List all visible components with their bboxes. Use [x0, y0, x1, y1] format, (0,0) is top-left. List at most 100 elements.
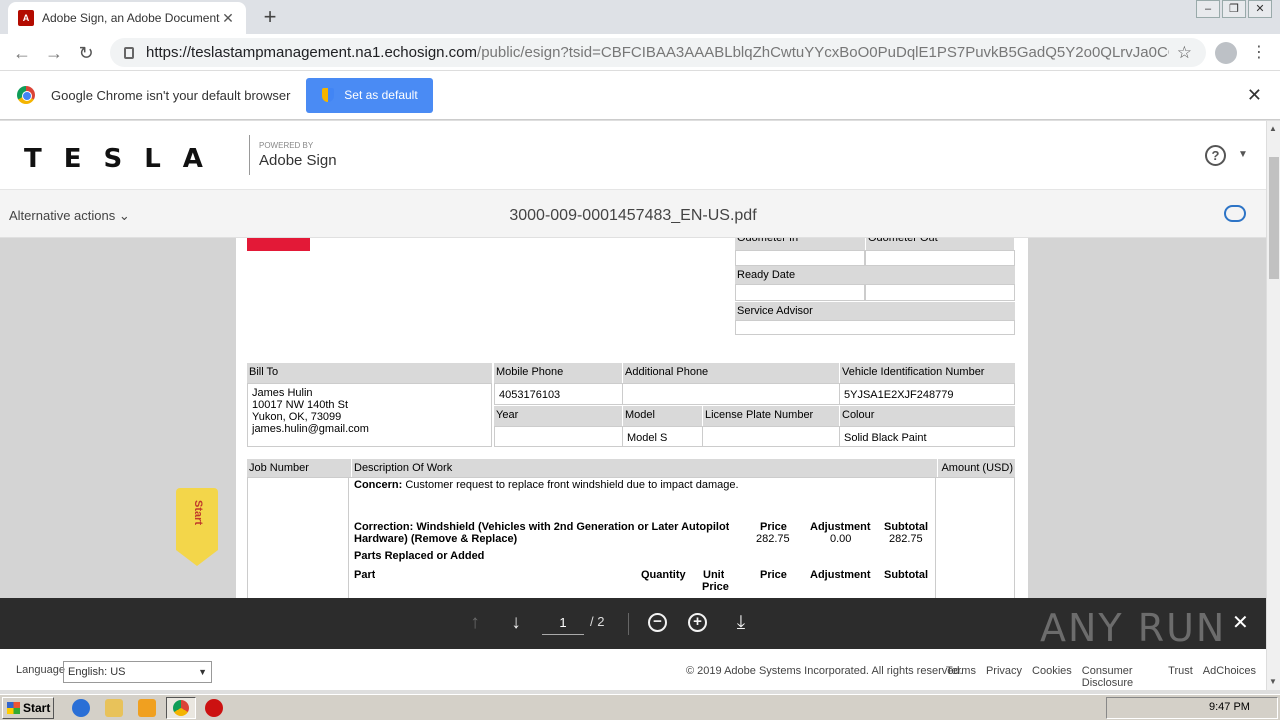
ie-icon[interactable]	[72, 699, 90, 717]
footer-link-privacy[interactable]: Privacy	[986, 665, 1022, 689]
service-advisor-label: Service Advisor	[735, 302, 1015, 320]
start-label: Start	[192, 500, 204, 526]
year-label: Year	[494, 406, 622, 426]
next-page-arrow-icon[interactable]: ↓	[504, 611, 528, 635]
concern-text: Customer request to replace front windsh…	[405, 479, 739, 491]
subtotal-column-header: Subtotal	[884, 569, 928, 581]
close-toolbar-icon[interactable]: ✕	[1232, 610, 1249, 635]
model-label: Model	[623, 406, 702, 426]
comment-icon[interactable]	[1224, 205, 1246, 222]
url-text[interactable]: https://teslastampmanagement.na1.echosig…	[146, 44, 1169, 61]
red-alert-icon[interactable]	[205, 699, 223, 717]
tesla-logo: TESLA	[24, 144, 225, 174]
forward-button[interactable]: →	[42, 41, 66, 65]
address-bar[interactable]: https://teslastampmanagement.na1.echosig…	[110, 38, 1206, 67]
set-default-button[interactable]: Set as default	[306, 77, 434, 113]
quantity-column-header: Quantity	[641, 569, 686, 581]
part-column-header: Part	[354, 569, 376, 581]
document-title: 3000-009-0001457483_EN-US.pdf	[509, 207, 757, 224]
concern-label: Concern:	[354, 479, 403, 491]
bill-address-line2: Yukon, OK, 73099	[252, 411, 342, 423]
scroll-up-arrow-icon[interactable]: ▲	[1269, 124, 1277, 133]
start-button[interactable]: Start	[2, 697, 54, 719]
bill-email: james.hulin@gmail.com	[252, 423, 369, 435]
adjustment-label: Adjustment	[810, 521, 871, 533]
bill-to-address: James Hulin 10017 NW 140th St Yukon, OK,…	[247, 383, 492, 447]
mobile-phone-label: Mobile Phone	[494, 363, 622, 383]
correction-line2: Hardware) (Remove & Replace)	[354, 533, 518, 545]
service-advisor-value	[735, 320, 1015, 335]
start-signing-tab[interactable]: Start	[176, 488, 218, 566]
profile-avatar-icon[interactable]	[1215, 42, 1237, 64]
bill-address-line1: 10017 NW 140th St	[252, 399, 349, 411]
document-action-bar: Alternative actions ⌄ 3000-009-000145748…	[0, 189, 1266, 238]
correction-line1: Correction: Windshield (Vehicles with 2n…	[354, 521, 730, 533]
pdf-toolbar: ↑ ↓ 1 / 2 − + ⤓ ANY RUN ✕	[0, 598, 1266, 650]
scrollbar-thumb[interactable]	[1269, 157, 1279, 279]
footer-link-terms[interactable]: Terms	[946, 665, 976, 689]
chrome-logo-icon	[17, 86, 35, 104]
vertical-scrollbar[interactable]: ▲ ▼	[1266, 121, 1280, 690]
folder-icon[interactable]	[105, 699, 123, 717]
sign-header: TESLA POWERED BY Adobe Sign ? ▼	[0, 121, 1266, 189]
zoom-in-icon[interactable]: +	[688, 613, 707, 632]
language-select[interactable]: English: US ▼	[63, 661, 212, 683]
download-icon[interactable]: ⤓	[729, 611, 753, 635]
odometer-in-value	[735, 250, 865, 266]
infobar-text: Google Chrome isn't your default browser	[51, 87, 291, 103]
chrome-taskbar-icon	[173, 700, 189, 716]
system-tray	[1106, 697, 1278, 719]
reload-button[interactable]: ↻	[74, 41, 98, 65]
minimize-button[interactable]: –	[1196, 0, 1220, 18]
license-plate-value	[702, 426, 840, 447]
scroll-down-arrow-icon[interactable]: ▼	[1269, 677, 1277, 686]
menu-kebab-icon[interactable]: ⋮	[1251, 42, 1267, 62]
adobe-favicon-icon: A	[18, 10, 34, 26]
copyright-text: © 2019 Adobe Systems Incorporated. All r…	[686, 665, 963, 677]
powered-by-adobe-sign: POWERED BY Adobe Sign	[249, 135, 337, 175]
media-player-icon[interactable]	[138, 699, 156, 717]
unit-price-header-line1: Unit	[703, 569, 725, 581]
price-label: Price	[760, 521, 787, 533]
lock-icon	[124, 46, 134, 59]
odometer-out-label: Odometer Out	[866, 238, 1014, 250]
ready-date-label: Ready Date	[735, 266, 1015, 284]
previous-page-arrow-icon[interactable]: ↑	[463, 611, 487, 635]
colour-value: Solid Black Paint	[839, 426, 1015, 447]
new-tab-button[interactable]: +	[258, 5, 282, 29]
amount-cell	[935, 477, 1015, 598]
unit-price-header-line2: Price	[702, 581, 729, 593]
tab-close-icon[interactable]: ✕	[220, 10, 236, 27]
infobar-close-icon[interactable]: ✕	[1247, 85, 1262, 106]
browser-tabstrip: A Adobe Sign, an Adobe Document Cl ✕ + –…	[0, 0, 1280, 34]
browser-tab[interactable]: A Adobe Sign, an Adobe Document Cl ✕	[8, 2, 246, 34]
back-button[interactable]: ←	[10, 41, 34, 65]
help-icon[interactable]: ?	[1205, 145, 1226, 166]
footer-links: Terms Privacy Cookies Consumer Disclosur…	[946, 665, 1266, 689]
help-dropdown-caret-icon[interactable]: ▼	[1238, 149, 1248, 160]
footer-link-adchoices[interactable]: AdChoices	[1203, 665, 1256, 689]
additional-phone-value	[622, 383, 840, 405]
price-value: 282.75	[756, 533, 790, 545]
ready-date-value-2	[865, 284, 1015, 301]
page-number-input[interactable]: 1	[542, 613, 584, 635]
footer-link-cookies[interactable]: Cookies	[1032, 665, 1072, 689]
document-page: Odometer In Odometer Out Ready Date Serv…	[236, 238, 1028, 598]
powered-by-text: POWERED BY	[259, 141, 314, 150]
adobe-sign-text: Adobe Sign	[259, 152, 337, 169]
license-plate-label: License Plate Number	[703, 406, 839, 426]
zoom-out-icon[interactable]: −	[648, 613, 667, 632]
bookmark-star-icon[interactable]: ☆	[1177, 43, 1192, 63]
footer-link-trust[interactable]: Trust	[1168, 665, 1193, 689]
page-total: / 2	[590, 614, 605, 629]
chrome-taskbar-button[interactable]	[166, 697, 196, 719]
description-label: Description Of Work	[352, 459, 937, 477]
default-browser-infobar: Google Chrome isn't your default browser…	[0, 71, 1280, 120]
adjustment-column-header: Adjustment	[810, 569, 871, 581]
maximize-button[interactable]: ❐	[1222, 0, 1246, 18]
close-window-button[interactable]: ✕	[1248, 0, 1272, 18]
job-number-cell	[247, 477, 349, 598]
footer-link-consumer-disclosure[interactable]: Consumer Disclosure	[1082, 665, 1158, 689]
mobile-phone-value: 4053176103	[494, 383, 623, 405]
additional-phone-label: Additional Phone	[623, 363, 839, 383]
